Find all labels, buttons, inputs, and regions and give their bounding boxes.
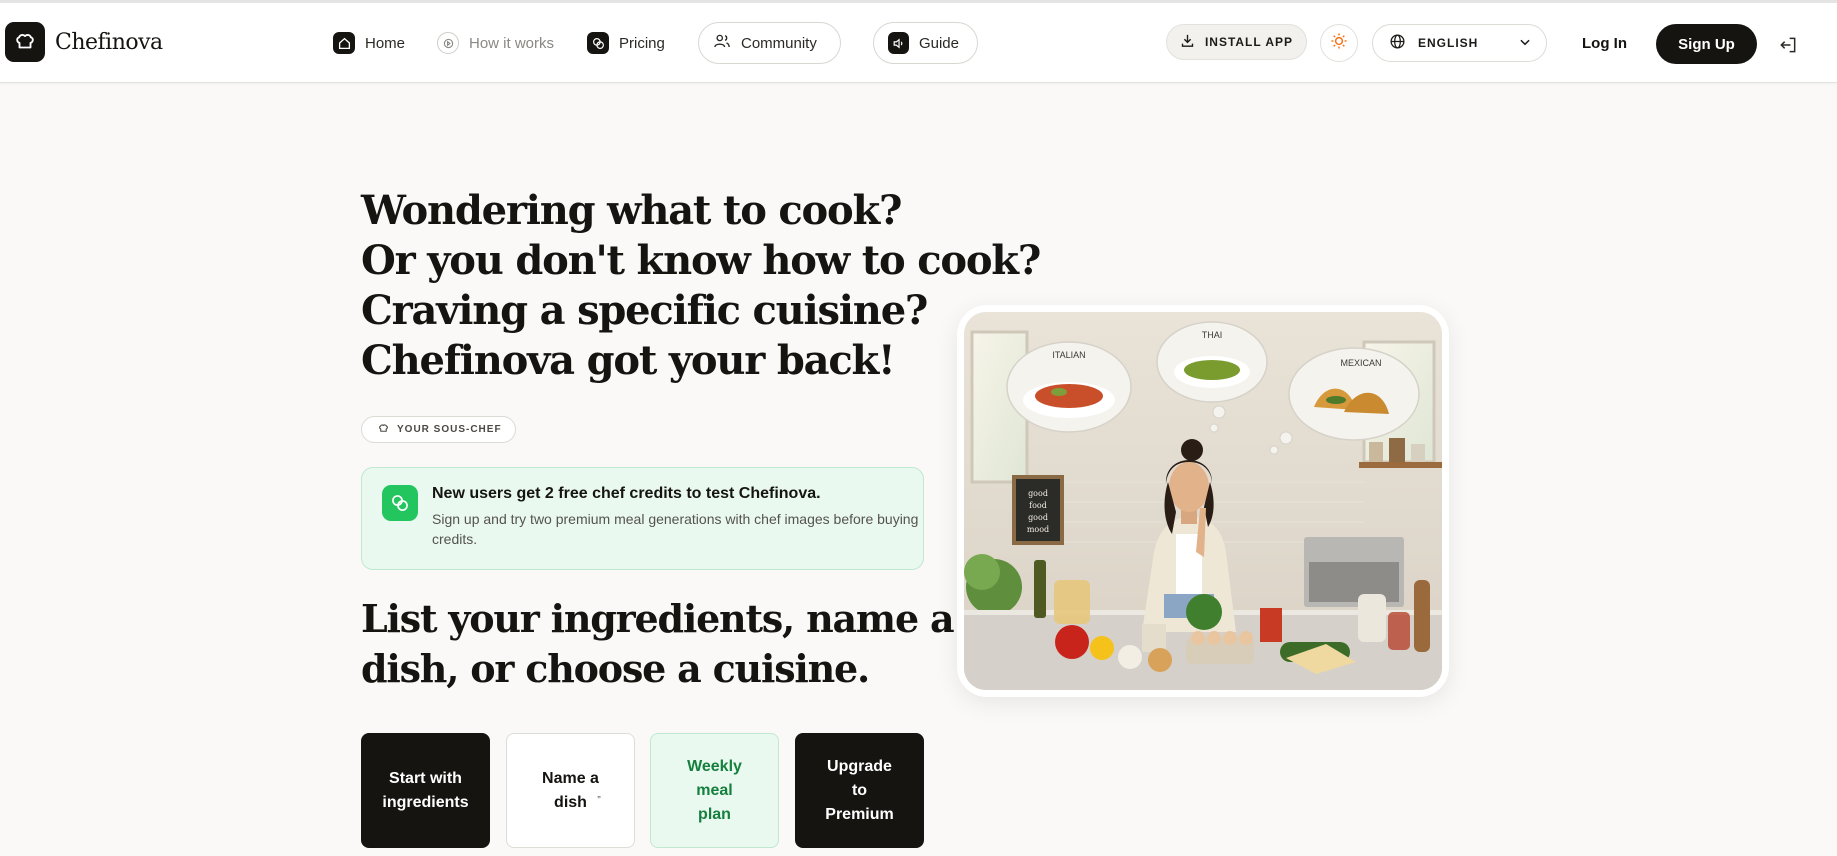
brand-link[interactable]: Chefinova [5, 22, 163, 62]
onion [1148, 648, 1172, 672]
bubble-label: MEXICAN [1340, 358, 1381, 368]
logout-icon [1778, 37, 1798, 59]
free-credits-banner: New users get 2 free chef credits to tes… [361, 467, 924, 570]
globe-icon [1389, 33, 1406, 53]
tomato-can [1260, 608, 1282, 642]
nav-how-it-works[interactable]: How it works [437, 22, 554, 64]
flour-jar [1358, 594, 1386, 642]
language-value: ENGLISH [1418, 36, 1479, 50]
olive-oil-bottle [1034, 560, 1046, 618]
nav-pricing[interactable]: Pricing [587, 22, 665, 64]
upgrade-to-premium-label: Upgrade to Premium [825, 757, 894, 823]
section-headline: List your ingredients, name a dish, or c… [361, 594, 955, 694]
bubble-label: ITALIAN [1052, 350, 1085, 360]
chevron-down-icon [1518, 35, 1532, 52]
shelf-jar [1369, 442, 1383, 462]
install-app-button[interactable]: INSTALL APP [1166, 24, 1307, 60]
chalkboard-text: food [1029, 501, 1047, 510]
hero-line-2: Or you don't know how to cook? [361, 237, 1041, 284]
site-header: Chefinova Home How it works Pricing Comm… [0, 3, 1837, 83]
brand-name: Chefinova [55, 29, 163, 55]
egg [1239, 631, 1253, 645]
chef-hat-icon [5, 22, 45, 62]
egg [1191, 631, 1205, 645]
hero-line-4: Chefinova got your back! [361, 337, 896, 384]
login-link[interactable]: Log In [1582, 35, 1627, 52]
section-line-1: List your ingredients, name a [361, 596, 955, 641]
users-icon [713, 32, 731, 54]
spice-jar [1388, 612, 1410, 650]
coins-icon [587, 32, 609, 54]
language-select[interactable]: ENGLISH [1372, 24, 1547, 62]
weekly-meal-plan-button[interactable]: Weekly meal plan [650, 733, 779, 848]
nav-home[interactable]: Home [333, 22, 405, 64]
pasta-jar [1054, 580, 1090, 624]
logout-button[interactable] [1778, 35, 1798, 60]
garlic [1118, 645, 1142, 669]
bubble-label: THAI [1202, 330, 1223, 340]
chalkboard-text: good [1028, 489, 1048, 498]
nav-home-label: Home [365, 34, 406, 52]
thought-dot [1279, 431, 1293, 445]
nav-community-label: Community [741, 34, 817, 52]
sous-chef-badge: YOUR SOUS-CHEF [361, 416, 516, 443]
thought-bubble-mexican: MEXICAN [1288, 347, 1420, 441]
quote-mark-icon: ” [597, 795, 601, 804]
basil-plant [964, 554, 1000, 590]
thought-dot [1209, 423, 1219, 433]
speaker-icon [888, 32, 909, 54]
parsley [1186, 594, 1222, 630]
thought-bubble-italian: ITALIAN [1006, 341, 1132, 433]
chalkboard-text: good [1028, 513, 1048, 522]
badge-label: YOUR SOUS-CHEF [397, 424, 502, 435]
download-icon [1180, 33, 1195, 51]
lemon [1090, 636, 1114, 660]
oven-door [1309, 562, 1399, 602]
start-with-ingredients-button[interactable]: Start with ingredients [361, 733, 490, 848]
hero-image-frame: good food good mood ITALIAN THAI MEXICAN [957, 305, 1449, 697]
name-a-dish-label: Name a dish [542, 769, 599, 811]
promo-body: Sign up and try two premium meal generat… [432, 511, 919, 547]
thought-dot [1212, 405, 1226, 419]
theme-toggle-button[interactable] [1320, 24, 1358, 62]
signup-button[interactable]: Sign Up [1656, 24, 1757, 64]
shelf-right [1359, 462, 1442, 468]
sun-icon [1330, 32, 1348, 55]
shelf-jar [1389, 438, 1405, 462]
install-app-label: INSTALL APP [1204, 35, 1294, 49]
coins-icon [382, 485, 418, 521]
hero-illustration: good food good mood ITALIAN THAI MEXICAN [964, 312, 1442, 690]
nav-community[interactable]: Community [698, 22, 841, 64]
red-pepper [1055, 625, 1089, 659]
hero-headline: Wondering what to cook? Or you don't kno… [361, 186, 1041, 386]
hero-line-1: Wondering what to cook? [361, 187, 902, 234]
pepper-grinder [1414, 580, 1430, 652]
nav-pricing-label: Pricing [619, 34, 665, 52]
hero-line-3: Craving a specific cuisine? [361, 287, 928, 334]
weekly-meal-plan-label: Weekly meal plan [687, 757, 742, 823]
nav-how-it-works-label: How it works [469, 34, 555, 52]
section-line-2: dish, or choose a cuisine. [361, 646, 870, 691]
thought-bubble-thai: THAI [1156, 321, 1268, 403]
name-a-dish-button[interactable]: Name a dish ” [506, 733, 635, 848]
chalkboard-text: mood [1027, 525, 1049, 534]
chef-hat-icon [378, 423, 389, 437]
nav-guide-label: Guide [918, 34, 959, 52]
upgrade-to-premium-button[interactable]: Upgrade to Premium [795, 733, 924, 848]
play-circle-icon [437, 32, 459, 54]
nav-guide[interactable]: Guide [873, 22, 978, 64]
canned-beans [1142, 624, 1166, 652]
home-icon [333, 32, 355, 54]
egg [1223, 631, 1237, 645]
promo-title: New users get 2 free chef credits to tes… [432, 485, 821, 502]
thought-dot [1269, 445, 1279, 455]
egg [1207, 631, 1221, 645]
start-with-ingredients-label: Start with ingredients [382, 769, 469, 811]
shelf-jar [1411, 444, 1425, 462]
